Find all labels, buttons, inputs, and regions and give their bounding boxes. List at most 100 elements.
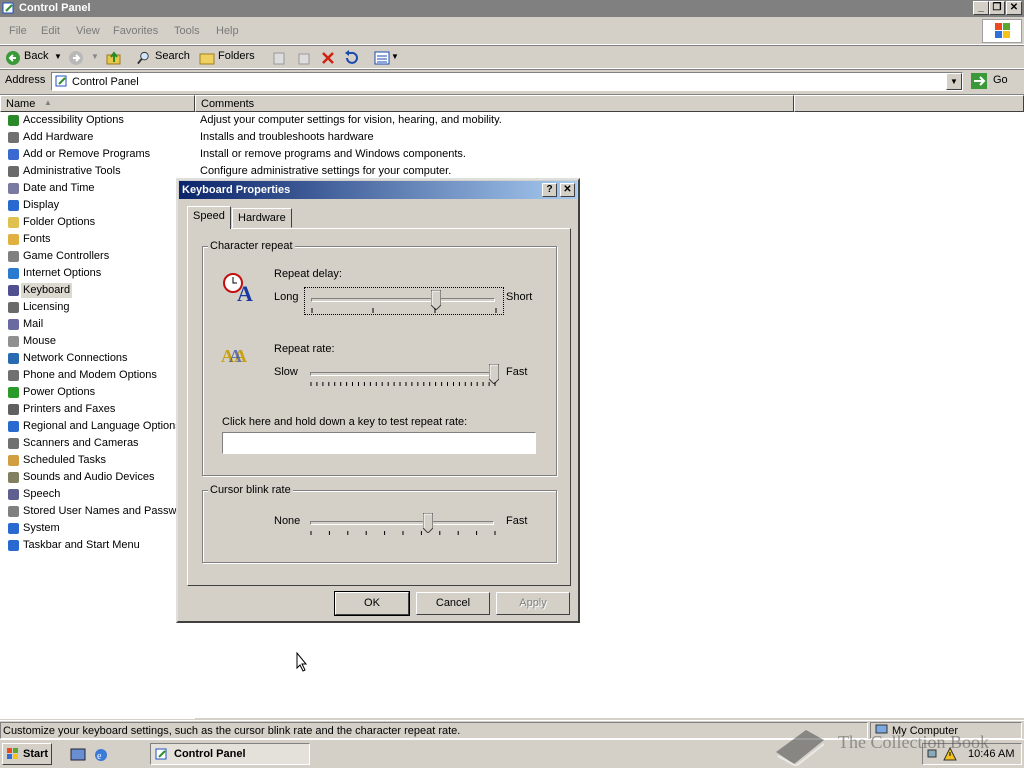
repeat-rate-thumb[interactable] xyxy=(489,364,499,384)
control-panel-item-icon xyxy=(8,506,19,517)
show-desktop-icon[interactable] xyxy=(70,747,86,763)
clock[interactable]: 10:46 AM xyxy=(968,748,1014,760)
forward-arrow-icon[interactable] xyxy=(68,49,84,67)
mouse-pointer-icon xyxy=(296,652,308,672)
repeat-delay-ticks xyxy=(311,308,497,313)
system-tray: 10:46 AM xyxy=(922,743,1022,765)
repeat-rate-label: Repeat rate: xyxy=(274,343,335,355)
back-dropdown-icon[interactable]: ▼ xyxy=(54,52,62,61)
control-panel-item-icon xyxy=(8,421,19,432)
list-item[interactable]: Add or Remove Programs Install or remove … xyxy=(0,146,1024,163)
cursor-blink-thumb[interactable] xyxy=(422,513,433,533)
restore-button[interactable]: ❐ xyxy=(989,1,1005,15)
tab-hardware-label: Hardware xyxy=(238,212,286,224)
list-item-name: Scanners and Cameras xyxy=(23,437,139,449)
views-dropdown-icon[interactable]: ▼ xyxy=(391,52,399,61)
menu-edit[interactable]: Edit xyxy=(41,25,60,37)
column-header-name[interactable]: Name ▲ xyxy=(0,95,195,112)
move-to-icon[interactable] xyxy=(272,49,288,67)
column-header-comments[interactable]: Comments xyxy=(195,95,794,112)
repeat-rate-icon: AA A xyxy=(221,346,247,366)
list-item-name: Add Hardware xyxy=(23,131,94,143)
folders-icon[interactable] xyxy=(199,49,215,67)
undo-icon[interactable] xyxy=(343,49,359,67)
repeat-rate-slider[interactable] xyxy=(304,362,504,390)
list-item[interactable]: Accessibility Options Adjust your compute… xyxy=(0,112,1024,129)
forward-dropdown-icon[interactable]: ▼ xyxy=(91,52,99,61)
control-panel-item-icon xyxy=(8,115,19,126)
repeat-delay-slider[interactable] xyxy=(304,287,504,315)
warning-tray-icon[interactable] xyxy=(943,747,957,761)
ok-button[interactable]: OK xyxy=(334,591,410,616)
internet-explorer-icon[interactable]: e xyxy=(93,747,109,763)
window-title-bar[interactable]: Control Panel _ ❐ ✕ xyxy=(0,0,1024,17)
back-button[interactable]: Back xyxy=(24,50,48,62)
delete-icon[interactable] xyxy=(320,49,336,67)
menu-tools[interactable]: Tools xyxy=(174,25,200,37)
dialog-title-bar[interactable]: Keyboard Properties ? ✕ xyxy=(179,181,577,199)
repeat-delay-thumb[interactable] xyxy=(431,290,442,310)
network-tray-icon[interactable] xyxy=(927,747,941,761)
search-icon[interactable] xyxy=(136,49,151,67)
list-item-name: Speech xyxy=(23,488,61,500)
control-panel-item-icon xyxy=(8,438,19,449)
list-item[interactable]: Add Hardware Installs and troubleshoots h… xyxy=(0,129,1024,146)
folders-button[interactable]: Folders xyxy=(218,50,255,62)
control-panel-item-icon xyxy=(8,455,19,466)
address-field[interactable]: Control Panel ▼ xyxy=(51,72,963,91)
go-arrow-icon[interactable] xyxy=(971,73,987,89)
list-item-name: Game Controllers xyxy=(23,250,110,262)
help-button[interactable]: ? xyxy=(542,183,557,197)
list-item-name: Display xyxy=(23,199,60,211)
blink-none-label: None xyxy=(274,515,301,527)
blink-fast-label: Fast xyxy=(506,515,528,527)
taskbar: Start e Control Panel 10:46 AM xyxy=(0,739,1024,768)
menu-help[interactable]: Help xyxy=(216,25,239,37)
control-panel-icon xyxy=(155,748,167,760)
views-icon[interactable] xyxy=(374,49,390,67)
status-zone: My Computer xyxy=(892,725,959,737)
rate-fast-label: Fast xyxy=(506,366,528,378)
list-item-name: Power Options xyxy=(23,386,96,398)
address-bar: Address Control Panel ▼ Go xyxy=(0,69,1024,92)
cursor-blink-slider[interactable] xyxy=(304,511,504,539)
control-panel-item-icon xyxy=(8,217,19,228)
control-panel-item-icon xyxy=(8,251,19,262)
taskbar-button-control-panel[interactable]: Control Panel xyxy=(150,743,310,765)
menu-view[interactable]: View xyxy=(76,25,100,37)
list-item-name: Phone and Modem Options xyxy=(23,369,157,381)
list-item-name: Date and Time xyxy=(23,182,95,194)
delay-long-label: Long xyxy=(274,291,299,303)
apply-button[interactable]: Apply xyxy=(496,592,570,615)
list-item-comment: Install or remove programs and Windows c… xyxy=(200,148,466,160)
cursor-blink-group-label: Cursor blink rate xyxy=(208,484,293,496)
back-arrow-icon[interactable] xyxy=(5,49,21,67)
minimize-button[interactable]: _ xyxy=(973,1,989,15)
go-button[interactable]: Go xyxy=(993,74,1008,86)
menu-file[interactable]: File xyxy=(9,25,27,37)
list-item-name: Printers and Faxes xyxy=(23,403,116,415)
up-folder-icon[interactable] xyxy=(106,49,122,67)
address-label: Address xyxy=(5,74,46,86)
keyboard-properties-dialog: Keyboard Properties ? ✕ Speed Hardware C… xyxy=(176,178,580,623)
menu-favorites[interactable]: Favorites xyxy=(113,25,158,37)
delay-short-label: Short xyxy=(506,291,533,303)
control-panel-item-icon xyxy=(8,132,19,143)
list-item-name: Fonts xyxy=(23,233,51,245)
start-button[interactable]: Start xyxy=(2,743,52,765)
address-dropdown-button[interactable]: ▼ xyxy=(946,73,962,90)
test-repeat-field[interactable] xyxy=(222,432,536,454)
cancel-button[interactable]: Cancel xyxy=(416,592,490,615)
status-bar: Customize your keyboard settings, such a… xyxy=(0,720,1024,739)
dialog-close-button[interactable]: ✕ xyxy=(560,183,575,197)
list-item-comment: Adjust your computer settings for vision… xyxy=(200,114,502,126)
list-item-name: Regional and Language Options xyxy=(23,420,176,432)
search-button[interactable]: Search xyxy=(155,50,190,62)
close-button[interactable]: ✕ xyxy=(1006,1,1022,15)
copy-to-icon[interactable] xyxy=(296,49,312,67)
control-panel-item-icon xyxy=(8,285,19,296)
tab-hardware[interactable]: Hardware xyxy=(232,208,292,228)
list-item-name: Internet Options xyxy=(23,267,102,279)
list-item-name: Administrative Tools xyxy=(23,165,121,177)
tab-speed[interactable]: Speed xyxy=(187,206,231,229)
